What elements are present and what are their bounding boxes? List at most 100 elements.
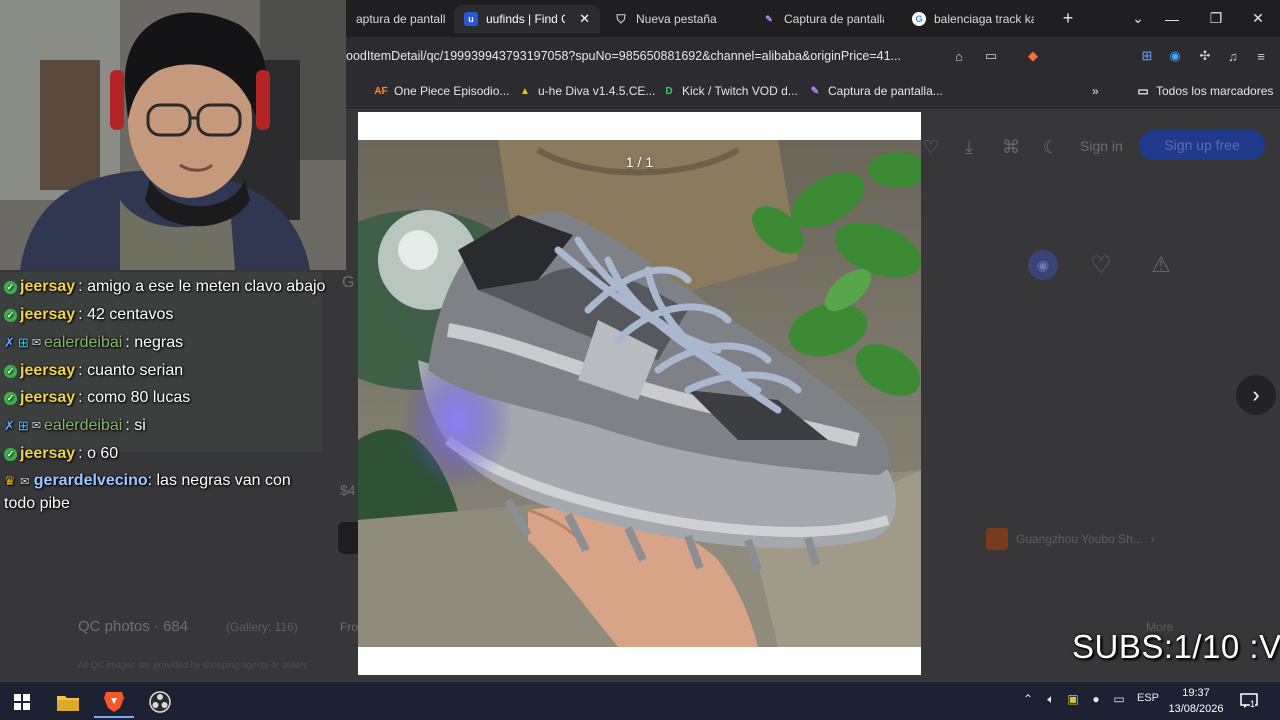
url-field[interactable]: oodItemDetail/qc/199939943793197058?spuN… [346,45,936,67]
volume-icon[interactable]: 🔈︎ [1042,692,1060,707]
sneaker-photo [358,140,921,647]
windows-taskbar: ⌃ 🔈︎ ▣ ● ▭ ESP 19:37 13/08/2026 1 [0,682,1280,720]
chat-text: : o 60 [78,445,119,462]
chat-text: : como 80 lucas [78,389,191,406]
tab-label: Nueva pestaña [636,12,717,26]
app-tray-icon[interactable]: ▣ [1064,692,1082,706]
chat-text: : negras [125,334,184,351]
system-clock[interactable]: 19:37 13/08/2026 [1166,685,1226,717]
notification-center-icon[interactable]: 1 [1238,691,1260,711]
check-badge-icon: ✓ [4,364,17,378]
bookmark-diva[interactable]: ▲ u-he Diva v1.4.5.CE... [518,81,655,101]
translate-extension-icon[interactable]: ⊞ [1138,47,1156,65]
seller-logo [986,528,1008,550]
network-icon[interactable]: ▭ [1110,692,1128,706]
chat-message: ✗ ⊞ ✉ ealerdeibai : negras [4,332,183,354]
discord-icon[interactable]: ◉ [1028,250,1058,280]
screen: ♡ ⤓ ⌘ ☾ Sign in Sign up free ◉ ♡ ⚠ Guang… [0,0,1280,720]
show-hidden-icons-icon[interactable]: ⌃ [1020,692,1036,706]
qc-disclaimer: All QC images are provided by shopping a… [78,660,308,670]
chat-message: ✗ ⊞ ✉ ealerdeibai : si [4,415,146,437]
sign-in-link[interactable]: Sign in [1080,138,1123,154]
chat-username: jeersay [20,445,76,462]
mail-badge-icon: ✉ [20,476,30,488]
minimize-icon[interactable]: — [1150,0,1194,37]
pen-icon: ✎ [810,85,820,97]
moon-icon[interactable]: ☾ [1040,136,1062,158]
menu-icon[interactable]: ≡ [1252,47,1270,65]
chat-message: ✓ jeersay : como 80 lucas [4,387,190,409]
tab-label: Captura de pantalla [784,12,884,26]
favorite-heart-icon[interactable]: ♡ [1086,250,1116,280]
bookmark-label: Kick / Twitch VOD d... [682,84,798,98]
shield-icon: ⛉ [616,11,626,26]
sword-badge-icon: ✗ [4,418,15,433]
address-bar: oodItemDetail/qc/199939943793197058?spuN… [346,37,1280,75]
chat-text: : 42 centavos [78,306,174,323]
close-window-icon[interactable]: ✕ [1236,0,1280,37]
all-bookmarks-folder[interactable]: ▭ Todos los marcadores [1136,81,1273,101]
d-icon: D [665,85,673,97]
notification-count: 1 [1250,699,1256,709]
chevron-right-icon: › [1150,532,1155,546]
bookmark-label: u-he Diva v1.4.5.CE... [538,84,656,98]
chat-username: ealerdeibai [44,334,123,351]
subs-goal-overlay: SUBS:1/10 :V [1072,628,1280,665]
folder-icon: ▭ [1137,84,1149,98]
new-tab-button[interactable]: + [1046,0,1090,37]
chat-text: : si [125,417,146,434]
bookmark-one-piece[interactable]: AF One Piece Episodio... [374,81,509,101]
google-drive-icon: ▲ [520,85,530,97]
file-explorer-icon[interactable] [48,686,88,718]
obs-icon[interactable] [140,686,180,718]
tab-uufinds[interactable]: u uufinds | Find Q ✕ [454,5,600,33]
seller-link[interactable]: Guangzhou Youbo Sh... › [986,528,1155,550]
grid-badge-icon: ⊞ [17,335,29,350]
chat-message: ✓ jeersay : cuanto serian [4,360,183,382]
gallery-count: (Gallery: 116) [226,620,298,634]
translate-page-icon[interactable]: ⌂ [950,47,968,65]
google-icon: G [912,12,926,26]
cast-icon[interactable]: ▭ [982,47,1000,65]
chat-message: ✓ jeersay : o 60 [4,443,118,465]
mail-badge-icon: ✉ [31,337,42,349]
tab-captura-1[interactable]: aptura de pantalla [346,5,456,33]
windows-start-icon[interactable] [2,686,42,718]
check-badge-icon: ✓ [4,391,17,405]
sword-badge-icon: ✗ [4,335,15,350]
bookmark-kick-twitch[interactable]: D Kick / Twitch VOD d... [662,81,798,101]
brave-browser-icon[interactable] [94,686,134,718]
from-fragment: Fro [340,620,358,634]
restore-icon[interactable]: ❐ [1194,0,1238,37]
image-counter: 1 / 1 [625,154,654,170]
vpn-extension-icon[interactable]: ◉ [1166,47,1184,65]
chat-message: ♛ ✉ gerardelvecino: las negras van con t… [4,470,324,515]
chat-message: ✓ jeersay : 42 centavos [4,304,173,326]
bookmark-label: One Piece Episodio... [394,84,510,98]
clock-date: 13/08/2026 [1168,703,1224,715]
tab-captura-2[interactable]: ✎ Captura de pantalla [752,5,900,33]
bookmarks-overflow-icon[interactable]: » [1092,81,1099,101]
qc-photos-count: QC photos · 684 [78,618,189,635]
clock-time: 19:37 [1182,687,1210,699]
tab-strip: aptura de pantalla u uufinds | Find Q ✕ … [346,0,1280,37]
seller-name: Guangzhou Youbo Sh... [1016,532,1143,546]
grid-badge-icon: ⊞ [17,418,29,433]
heart-icon[interactable]: ♡ [920,136,942,158]
download-icon[interactable]: ⤓ [958,136,980,158]
tab-nueva-pestana[interactable]: ⛉ Nueva pestaña [604,5,744,33]
media-icon[interactable]: ♫ [1224,47,1242,65]
tab-balenciaga[interactable]: G balenciaga track kak [902,5,1058,33]
brave-shields-icon[interactable]: ◆ [1024,47,1042,65]
microphone-icon[interactable]: ● [1088,692,1104,706]
mail-badge-icon: ✉ [31,420,42,432]
close-tab-icon[interactable]: ✕ [579,11,590,27]
chat-message: ✓ jeersay : amigo a ese le meten clavo a… [4,276,325,298]
language-indicator[interactable]: ESP [1136,692,1160,704]
sign-up-button[interactable]: Sign up free [1139,130,1265,160]
bookmark-captura[interactable]: ✎ Captura de pantalla... [808,81,943,101]
translate-icon[interactable]: ⌘ [1000,136,1022,158]
warning-icon[interactable]: ⚠ [1146,250,1176,280]
extensions-icon[interactable]: ✣ [1196,47,1214,65]
next-image-button[interactable]: › [1236,375,1276,415]
